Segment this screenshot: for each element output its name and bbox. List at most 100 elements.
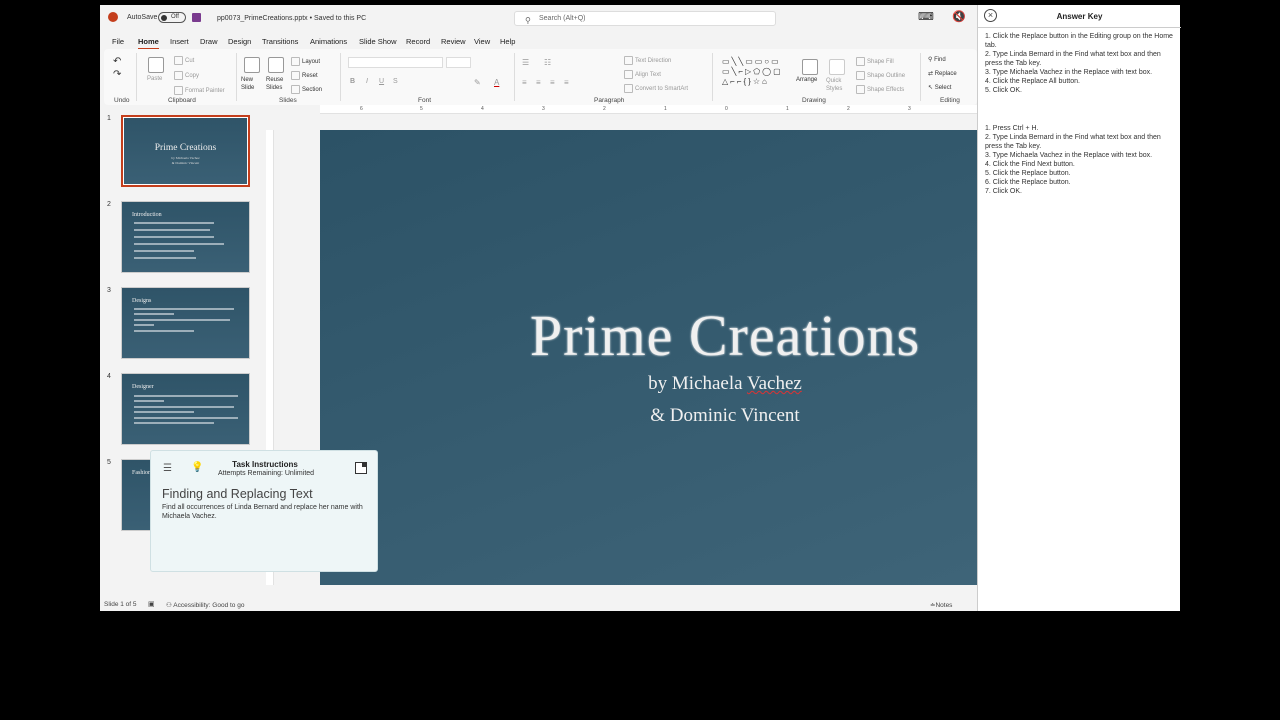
bullets-icon[interactable]: ☰ (522, 58, 529, 67)
reset-icon (291, 71, 300, 80)
notes-button[interactable]: ≐Notes (930, 601, 952, 609)
bold-button[interactable]: B (350, 78, 355, 85)
underline-button[interactable]: U (379, 78, 384, 85)
new-slide-icon[interactable] (244, 57, 260, 73)
mute-icon[interactable]: 🔇 (952, 10, 966, 23)
arrange-button[interactable]: Arrange (796, 77, 817, 83)
shapes-gallery[interactable]: ▭╲╲▭▭○▭ ▭╲⌐▷⬠◯▢ △⌐⌐{}☆⌂ (722, 57, 792, 89)
answer-step: 2. Type Linda Bernard in the Find what t… (985, 134, 1161, 150)
thumbnail-title: Designs (132, 298, 152, 304)
shape-outline-button[interactable]: Shape Outline (856, 71, 905, 80)
quick-styles-icon[interactable] (829, 59, 845, 75)
answer-key-title: Answer Key (1056, 12, 1103, 21)
tab-file[interactable]: File (112, 37, 124, 46)
task-instructions-panel: ☰ 💡 Task Instructions Attempts Remaining… (150, 450, 378, 572)
paragraph-group-label: Paragraph (594, 97, 625, 104)
save-icon[interactable] (192, 13, 201, 22)
text-direction-button[interactable]: Text Direction (624, 56, 671, 65)
align-left-icon[interactable]: ≡ (522, 78, 527, 87)
ribbon-tabs: File Home Insert Draw Design Transitions… (100, 33, 977, 50)
arrange-icon[interactable] (802, 59, 818, 75)
answer-step: 5. Click OK. (985, 87, 1022, 94)
align-center-icon[interactable]: ≡ (536, 78, 541, 87)
align-right-icon[interactable]: ≡ (550, 78, 555, 87)
select-button[interactable]: ↖ Select (928, 84, 951, 91)
font-name-input[interactable] (348, 57, 443, 68)
expand-icon[interactable] (355, 462, 367, 474)
thumbnail-number: 5 (107, 459, 111, 466)
file-name[interactable]: pp0073_PrimeCreations.pptx • Saved to th… (217, 15, 366, 22)
answer-step: 3. Type Michaela Vachez in the Replace w… (985, 69, 1153, 76)
justify-icon[interactable]: ≡ (564, 78, 569, 87)
format-painter-button[interactable]: Format Painter (174, 86, 225, 95)
tab-help[interactable]: Help (500, 37, 515, 46)
align-text-icon (624, 70, 633, 79)
search-input[interactable]: ⚲ Search (Alt+Q) (514, 11, 776, 26)
quick-styles-button[interactable]: Quick Styles (826, 77, 850, 93)
fill-icon (856, 57, 865, 66)
menu-icon[interactable]: ☰ (163, 463, 172, 474)
tab-insert[interactable]: Insert (170, 37, 189, 46)
keyboard-icon[interactable]: ⌨ (918, 10, 934, 23)
slide-subtitle-line-2[interactable]: & Dominic Vincent (320, 405, 977, 427)
convert-smartart-button[interactable]: Convert to SmartArt (624, 84, 688, 93)
reuse-slides-button[interactable]: Reuse Slides (266, 76, 288, 92)
tab-design[interactable]: Design (228, 37, 251, 46)
numbering-icon[interactable]: ☷ (544, 58, 551, 67)
spell-check-icon[interactable]: ▣ (148, 600, 155, 608)
find-button[interactable]: ⚲ Find (928, 56, 946, 63)
accessibility-status[interactable]: ⚇ Accessibility: Good to go (166, 601, 244, 609)
text-direction-icon (624, 56, 633, 65)
tab-view[interactable]: View (474, 37, 490, 46)
copy-button[interactable]: Copy (174, 71, 199, 80)
paste-button[interactable]: Paste (147, 76, 162, 82)
tab-animations[interactable]: Animations (310, 37, 347, 46)
undo-icon[interactable]: ↶ (113, 56, 121, 67)
reset-button[interactable]: Reset (291, 71, 318, 80)
replace-button[interactable]: ⇄ Replace (928, 70, 957, 77)
answer-step: 5. Click the Replace button. (985, 170, 1071, 177)
tab-review[interactable]: Review (441, 37, 466, 46)
highlight-icon[interactable]: ✎ (474, 78, 481, 87)
font-size-input[interactable] (446, 57, 471, 68)
autosave-toggle[interactable]: Off (158, 12, 186, 23)
new-slide-button[interactable]: New Slide (241, 76, 263, 92)
slide-subtitle-line-1[interactable]: by Michaela Vachez (320, 373, 977, 395)
italic-button[interactable]: I (366, 78, 368, 85)
tab-draw[interactable]: Draw (200, 37, 218, 46)
copy-icon (174, 71, 183, 80)
tab-transitions[interactable]: Transitions (262, 37, 298, 46)
shadow-button[interactable]: S (393, 78, 398, 85)
font-color-icon[interactable]: A (494, 78, 499, 87)
layout-button[interactable]: Layout (291, 57, 320, 66)
thumbnail-slide-4[interactable]: Designer (121, 373, 250, 445)
tab-slide-show[interactable]: Slide Show (359, 37, 397, 46)
thumbnail-slide-2[interactable]: Introduction (121, 201, 250, 273)
shape-effects-button[interactable]: Shape Effects (856, 85, 904, 94)
slides-group-label: Slides (279, 97, 297, 104)
outline-icon (856, 71, 865, 80)
ruler-tick: 6 (360, 106, 363, 112)
thumbnail-number: 4 (107, 373, 111, 380)
ribbon: ↶ ↷ Undo Paste Cut Copy Format Painter C… (104, 49, 977, 105)
slide-counter: Slide 1 of 5 (104, 601, 137, 608)
cut-button[interactable]: Cut (174, 56, 194, 65)
thumbnail-slide-3[interactable]: Designs (121, 287, 250, 359)
slide-title[interactable]: Prime Creations (320, 302, 977, 369)
powerpoint-logo-icon (108, 12, 118, 22)
thumbnail-title: Introduction (132, 212, 162, 218)
ruler-tick: 3 (542, 106, 545, 112)
horizontal-ruler: 6 5 4 3 2 1 0 1 2 3 (320, 105, 977, 114)
shape-fill-button[interactable]: Shape Fill (856, 57, 894, 66)
thumbnail-slide-1[interactable]: Prime Creations by Michaela Vachez & Dom… (121, 115, 250, 187)
answer-method-1: 1. Click the Replace button in the Editi… (985, 32, 1173, 95)
redo-icon[interactable]: ↷ (113, 69, 121, 80)
paste-icon[interactable] (148, 57, 164, 73)
task-header: Task Instructions (232, 460, 298, 469)
tab-record[interactable]: Record (406, 37, 430, 46)
slide-canvas[interactable]: Prime Creations by Michaela Vachez & Dom… (320, 130, 977, 585)
align-text-button[interactable]: Align Text (624, 70, 661, 79)
section-button[interactable]: Section (291, 85, 322, 94)
reuse-slides-icon[interactable] (268, 57, 284, 73)
smartart-icon (624, 84, 633, 93)
